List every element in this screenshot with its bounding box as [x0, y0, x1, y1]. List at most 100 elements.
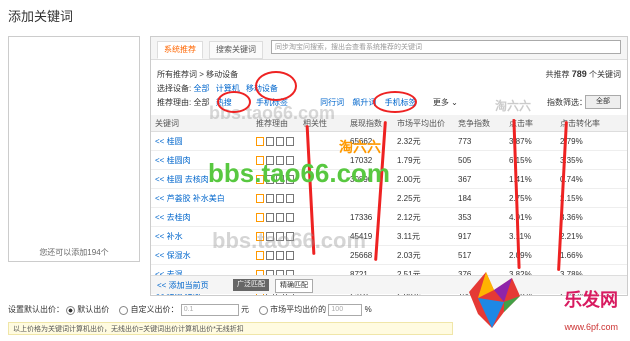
brand-url: www.6pf.com [564, 322, 618, 332]
ctr-cell: 1.41% [505, 169, 556, 189]
keyword-cell[interactable]: << 桂圆肉 [151, 150, 252, 170]
competition-cell: 773 [454, 131, 505, 151]
avg-bid-cell: 2.12元 [393, 207, 454, 227]
reason-tag-icon [266, 136, 274, 146]
annotation-circle-mobile [255, 71, 297, 101]
brand-fox-logo-icon [469, 272, 520, 328]
views-cell: 30890 [346, 169, 393, 189]
reason-tag-icon [276, 193, 284, 203]
tab-search-keyword[interactable]: 搜索关键词 [209, 41, 263, 59]
reason-tag-icon [276, 231, 284, 241]
keyword-cell[interactable]: << 保湿水 [151, 245, 252, 265]
reason-peer[interactable]: 同行词 [320, 98, 344, 107]
reason-tag-icon [286, 231, 294, 241]
ctr-cell: 4.91% [505, 207, 556, 227]
keyword-search-input[interactable]: 同步淘宝问搜索，搜出会查看系统推荐的关键词 [271, 40, 621, 54]
reason-tag-icon [256, 231, 264, 241]
reason-tag-icon [286, 155, 294, 165]
keyword-cell[interactable]: << 补水 [151, 226, 252, 246]
keyword-cell[interactable]: << 桂圆 [151, 131, 252, 151]
col-keyword[interactable]: 关键词 [151, 115, 252, 132]
tab-system-recommend[interactable]: 系统推荐 [157, 41, 203, 59]
broad-match-button[interactable]: 广泛匹配 [233, 279, 269, 291]
annotation-circle-tag [373, 91, 417, 113]
custom-bid-input[interactable]: 0.1 [180, 304, 239, 316]
table-header: 关键词 推荐理由 相关性 展现指数 市场平均出价 竞争指数 点击率 点击转化率 [151, 115, 627, 132]
reason-tag-icon [266, 212, 274, 222]
reason-tag-icon [266, 174, 274, 184]
keyword-cell[interactable]: << 芦荟胶 补水美白 [151, 188, 252, 208]
views-cell: 45419 [346, 226, 393, 246]
avg-bid-cell: 2.00元 [393, 169, 454, 189]
reason-tag-icon [256, 193, 264, 203]
relevance-cell [299, 245, 346, 265]
reason-icons-cell [252, 226, 299, 246]
cvr-cell: 1.66% [556, 245, 627, 265]
reason-tag-icon [256, 250, 264, 260]
views-cell: 17336 [346, 207, 393, 227]
reason-tag-icon [276, 250, 284, 260]
competition-cell: 184 [454, 188, 505, 208]
market-pct-input[interactable]: 100 [328, 304, 363, 316]
device-all[interactable]: 全部 [193, 84, 209, 93]
reason-tag-icon [286, 136, 294, 146]
competition-cell: 367 [454, 169, 505, 189]
cvr-cell: 3.36% [556, 207, 627, 227]
table-row: << 芦荟胶 补水美白 2.25元 184 2.75% 2.15% [151, 188, 627, 208]
views-cell: 17032 [346, 150, 393, 170]
add-current-page-link[interactable]: << 添加当前页 [157, 280, 209, 291]
reason-icons-cell [252, 245, 299, 265]
keyword-table: 关键词 推荐理由 相关性 展现指数 市场平均出价 竞争指数 点击率 点击转化率 … [151, 115, 627, 295]
table-row: << 补水 45419 3.11元 917 3.11% 2.21% [151, 226, 627, 246]
relevance-cell [299, 169, 346, 189]
views-cell [346, 188, 393, 208]
keyword-cell[interactable]: << 去桂肉 [151, 207, 252, 227]
competition-cell: 505 [454, 150, 505, 170]
reason-tag-icon [266, 250, 274, 260]
exact-match-button[interactable]: 精确匹配 [275, 279, 313, 293]
bid-notice: 以上价格为关键词计算机出价，无线出价=关键词出价计算机出价*无线折扣 [8, 322, 453, 335]
keyword-cell[interactable]: << 桂圆 去核肉 [151, 169, 252, 189]
cvr-cell: 0.74% [556, 169, 627, 189]
relevance-cell [299, 150, 346, 170]
col-reason[interactable]: 推荐理由 [252, 115, 299, 132]
reason-tag-icon [266, 231, 274, 241]
reason-icons-cell [252, 131, 299, 151]
views-cell: 25668 [346, 245, 393, 265]
reason-tag-icon [286, 174, 294, 184]
col-competition[interactable]: 竞争指数 [454, 115, 505, 132]
reason-tag-icon [276, 136, 284, 146]
ctr-cell: 2.75% [505, 188, 556, 208]
reason-tag-icon [256, 155, 264, 165]
radio-market-bid[interactable] [259, 305, 269, 315]
radio-custom-bid[interactable] [119, 305, 129, 315]
col-avg-bid[interactable]: 市场平均出价 [393, 115, 454, 132]
cvr-cell: 2.15% [556, 188, 627, 208]
avg-bid-cell: 3.11元 [393, 226, 454, 246]
reason-tag-icon [286, 193, 294, 203]
ctr-cell: 3.11% [505, 226, 556, 246]
reason-more[interactable]: 更多 ⌄ [433, 98, 458, 107]
avg-bid-cell: 2.03元 [393, 245, 454, 265]
table-row: << 桂圆 65662 2.32元 773 3.87% 2.79% [151, 131, 627, 151]
relevance-cell [299, 207, 346, 227]
radio-default-bid[interactable] [66, 305, 76, 315]
table-footer: << 添加当前页 广泛匹配 精确匹配 [151, 275, 627, 294]
reason-tag-icon [286, 212, 294, 222]
reason-all[interactable]: 全部 [193, 98, 209, 107]
breadcrumb: 所有推荐词 > 移动设备 [157, 70, 239, 79]
filter-select[interactable]: 全部 [585, 95, 621, 109]
table-row: << 桂圆 去核肉 30890 2.00元 367 1.41% 0.74% [151, 169, 627, 189]
reason-tag-icon [256, 212, 264, 222]
keyword-recommend-panel: 系统推荐 搜索关键词 同步淘宝问搜索，搜出会查看系统推荐的关键词 所有推荐词 >… [150, 36, 628, 296]
selected-keywords-panel: 您还可以添加194个 [8, 36, 140, 262]
remaining-hint: 您还可以添加194个 [39, 248, 109, 257]
filter-label: 指数筛选： [547, 98, 587, 107]
reason-tag-icon [276, 155, 284, 165]
table-row: << 去桂肉 17336 2.12元 353 4.91% 3.36% [151, 207, 627, 227]
reason-tag-icon [266, 155, 274, 165]
chevron-down-icon: ⌄ [451, 98, 458, 107]
reason-tag-icon [276, 212, 284, 222]
cvr-cell: 3.35% [556, 150, 627, 170]
default-bid-settings: 设置默认出价： 默认出价 自定义出价： 0.1 元 市场平均出价的 100 % [8, 304, 372, 316]
